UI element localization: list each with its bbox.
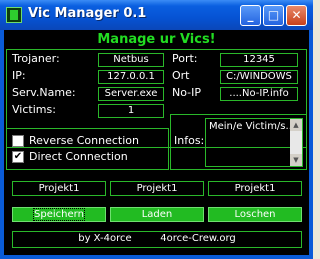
infos-text: Mein/e Victim/s....	[209, 121, 299, 132]
infos-label: Infos:	[174, 134, 205, 147]
ort-label: Ort	[172, 69, 190, 82]
ip-field[interactable]: 127.0.0.1	[98, 70, 164, 84]
project-slot-2[interactable]: Projekt1	[110, 181, 204, 196]
infos-textarea[interactable]: Mein/e Victim/s.... ▲ ▼	[205, 118, 303, 167]
noip-field[interactable]: ....No-IP.info	[220, 87, 298, 101]
reverse-connection-checkbox[interactable]	[12, 135, 24, 147]
scroll-up-arrow-icon[interactable]: ▲	[290, 119, 302, 131]
scroll-down-arrow-icon[interactable]: ▼	[290, 154, 302, 166]
save-button-label: Speichern	[33, 208, 85, 221]
title-bar[interactable]: Vic Manager 0.1 _ □ ✕	[0, 0, 313, 30]
serv-name-field[interactable]: Server.exe	[98, 87, 164, 101]
minimize-button[interactable]: _	[240, 5, 261, 26]
victims-label: Victims:	[12, 103, 56, 116]
client-area: Manage ur Vics! Trojaner: Netbus IP: 127…	[4, 30, 309, 255]
reverse-connection-label[interactable]: Reverse Connection	[29, 134, 139, 147]
victims-field[interactable]: 1	[98, 104, 164, 118]
footer: by X-4orce 4orce-Crew.org	[12, 231, 302, 248]
heading: Manage ur Vics!	[97, 32, 216, 47]
footer-site-link[interactable]: 4orce-Crew.org	[160, 233, 236, 244]
delete-button[interactable]: Loschen	[208, 207, 302, 222]
ip-label: IP:	[12, 69, 26, 82]
maximize-button[interactable]: □	[263, 5, 284, 26]
window-title: Vic Manager 0.1	[28, 6, 147, 21]
save-button[interactable]: Speichern	[12, 207, 106, 222]
direct-connection-label[interactable]: Direct Connection	[29, 150, 128, 163]
load-button[interactable]: Laden	[110, 207, 204, 222]
app-window: Vic Manager 0.1 _ □ ✕ Manage ur Vics! Tr…	[0, 0, 313, 259]
infos-scrollbar[interactable]: ▲ ▼	[290, 119, 302, 166]
project-slot-1[interactable]: Projekt1	[12, 181, 106, 196]
trojaner-label: Trojaner:	[12, 52, 60, 65]
footer-author: by X-4orce	[78, 233, 132, 244]
noip-label: No-IP	[172, 86, 202, 99]
port-field[interactable]: 12345	[220, 53, 298, 67]
close-button[interactable]: ✕	[286, 5, 307, 26]
port-label: Port:	[172, 52, 198, 65]
project-slot-3[interactable]: Projekt1	[208, 181, 302, 196]
trojaner-field[interactable]: Netbus	[98, 53, 164, 67]
serv-name-label: Serv.Name:	[12, 86, 76, 99]
ort-field[interactable]: C:/WINDOWS	[220, 70, 298, 84]
direct-connection-checkbox[interactable]: ✔	[12, 151, 24, 163]
check-icon: ✔	[13, 151, 23, 162]
app-icon	[6, 7, 22, 23]
